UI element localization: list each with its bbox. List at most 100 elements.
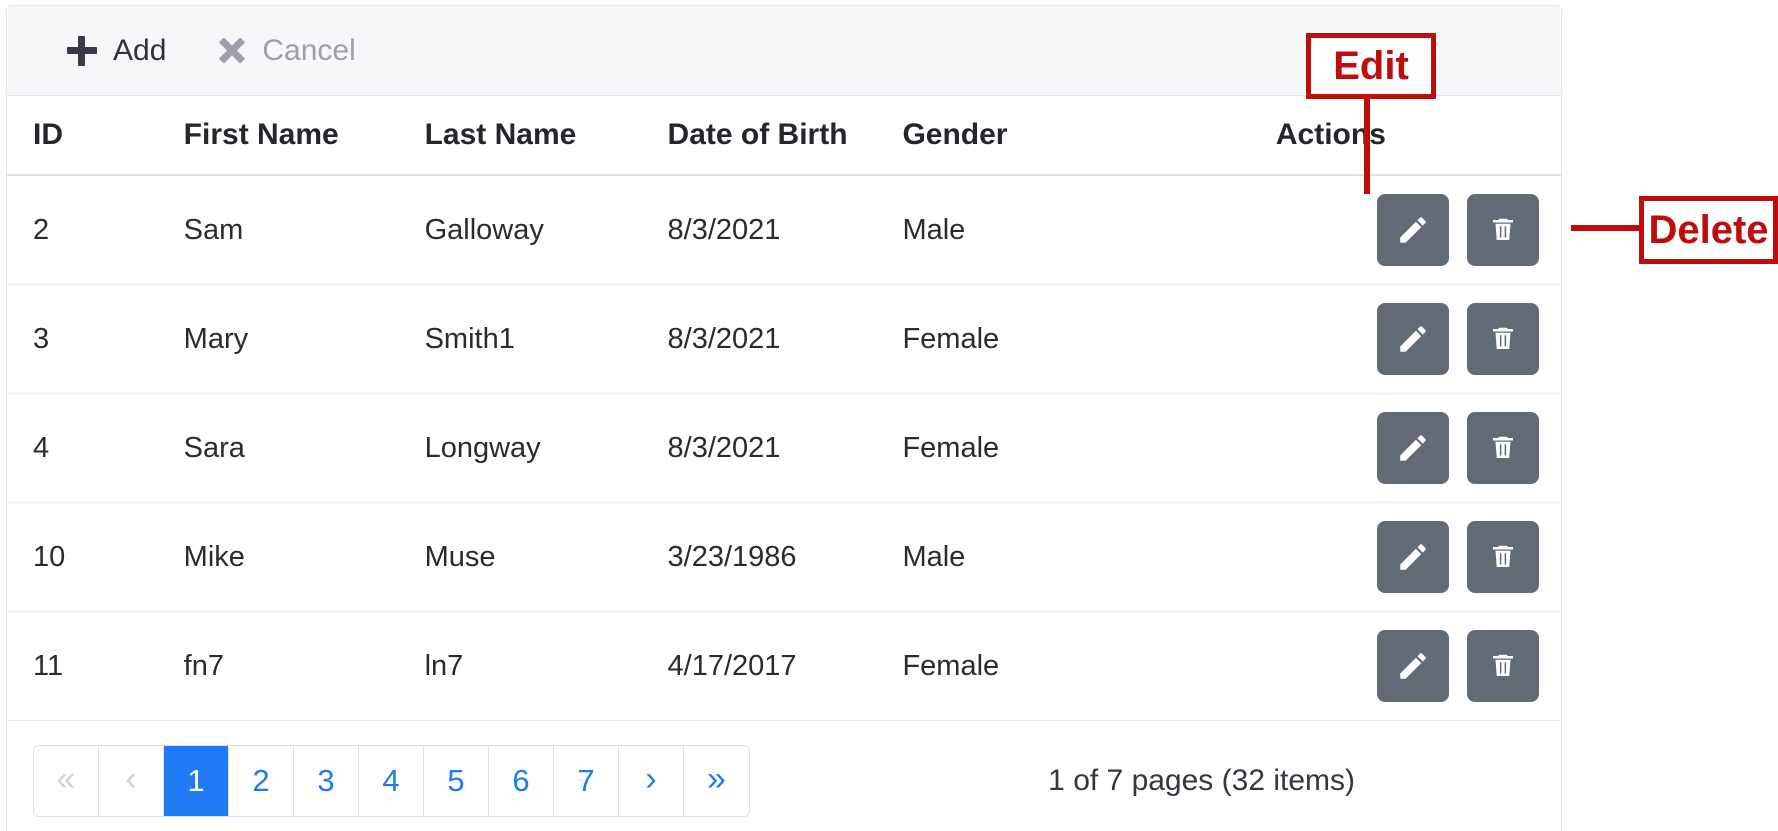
pagination-bar: « ‹ 1 2 3 4 5 6 7 › » 1 of 7 pages (32 i… [7, 721, 1561, 831]
table-body: 2 Sam Galloway 8/3/2021 Male 3 Mary Smit… [7, 175, 1561, 721]
pagination-summary: 1 of 7 pages (32 items) [1048, 764, 1355, 797]
cell-last-name: ln7 [424, 611, 668, 721]
cell-gender: Male [902, 175, 1276, 285]
column-header-actions: Actions [1275, 96, 1561, 176]
cell-first-name: Sam [183, 175, 425, 285]
pagination-page-1[interactable]: 1 [164, 746, 229, 816]
pagination-page-6[interactable]: 6 [489, 746, 554, 816]
cell-dob: 4/17/2017 [667, 611, 903, 721]
trash-icon [1488, 651, 1518, 681]
cell-id: 11 [7, 611, 184, 721]
cell-dob: 8/3/2021 [667, 175, 903, 285]
column-header-last-name[interactable]: Last Name [424, 96, 668, 176]
close-icon [218, 37, 246, 65]
cell-first-name: Sara [183, 393, 425, 503]
table-header: ID First Name Last Name Date of Birth Ge… [7, 96, 1561, 176]
edit-annotation-label: Edit [1306, 33, 1436, 99]
pagination-page-5[interactable]: 5 [424, 746, 489, 816]
cell-first-name: Mary [183, 284, 425, 394]
cell-last-name: Galloway [424, 175, 668, 285]
delete-row-button[interactable] [1467, 303, 1539, 375]
data-grid-card: Add Cancel ID First Name Last Name Date … [6, 5, 1562, 831]
cell-actions [1275, 284, 1561, 394]
delete-row-button[interactable] [1467, 521, 1539, 593]
row-action-group [1276, 521, 1539, 593]
cell-id: 4 [7, 393, 184, 503]
cell-id: 10 [7, 502, 184, 612]
edit-row-button[interactable] [1377, 630, 1449, 702]
row-action-group [1276, 630, 1539, 702]
cell-gender: Female [902, 284, 1276, 394]
pencil-icon [1396, 540, 1430, 574]
edit-row-button[interactable] [1377, 521, 1449, 593]
cell-last-name: Smith1 [424, 284, 668, 394]
cell-first-name: fn7 [183, 611, 425, 721]
table-row[interactable]: 4 Sara Longway 8/3/2021 Female [7, 393, 1561, 503]
trash-icon [1488, 433, 1518, 463]
row-action-group [1276, 194, 1539, 266]
pencil-icon [1396, 322, 1430, 356]
pagination-controls: « ‹ 1 2 3 4 5 6 7 › » [33, 745, 750, 817]
pagination-page-2[interactable]: 2 [229, 746, 294, 816]
cell-gender: Female [902, 611, 1276, 721]
cell-first-name: Mike [183, 502, 425, 612]
cell-gender: Female [902, 393, 1276, 503]
pagination-next-button[interactable]: › [619, 746, 684, 816]
table-row[interactable]: 3 Mary Smith1 8/3/2021 Female [7, 284, 1561, 394]
table-row[interactable]: 2 Sam Galloway 8/3/2021 Male [7, 175, 1561, 285]
delete-row-button[interactable] [1467, 412, 1539, 484]
pencil-icon [1396, 649, 1430, 683]
cell-dob: 8/3/2021 [667, 393, 903, 503]
delete-row-button[interactable] [1467, 194, 1539, 266]
pagination-page-4[interactable]: 4 [359, 746, 424, 816]
edit-row-button[interactable] [1377, 303, 1449, 375]
chevron-left-icon: ‹ [125, 760, 137, 798]
cell-dob: 3/23/1986 [667, 502, 903, 612]
pagination-first-button[interactable]: « [34, 746, 99, 816]
app-screen: Add Cancel ID First Name Last Name Date … [0, 0, 1778, 831]
delete-row-button[interactable] [1467, 630, 1539, 702]
cell-actions [1275, 175, 1561, 285]
cancel-button[interactable]: Cancel [214, 30, 359, 72]
edit-annotation-connector [1364, 98, 1370, 194]
delete-annotation-label: Delete [1639, 196, 1778, 264]
cell-actions [1275, 611, 1561, 721]
trash-icon [1488, 324, 1518, 354]
delete-annotation-connector [1571, 225, 1641, 231]
trash-icon [1488, 215, 1518, 245]
cell-id: 2 [7, 175, 184, 285]
column-header-dob[interactable]: Date of Birth [667, 96, 903, 176]
add-button[interactable]: Add [63, 30, 170, 72]
cell-gender: Male [902, 502, 1276, 612]
cell-actions [1275, 393, 1561, 503]
data-table: ID First Name Last Name Date of Birth Ge… [7, 96, 1561, 721]
row-action-group [1276, 303, 1539, 375]
cell-last-name: Longway [424, 393, 668, 503]
cell-id: 3 [7, 284, 184, 394]
chevron-right-icon: › [645, 760, 657, 798]
row-action-group [1276, 412, 1539, 484]
pencil-icon [1396, 213, 1430, 247]
cell-actions [1275, 502, 1561, 612]
double-chevron-right-icon: » [707, 760, 726, 798]
pagination-page-3[interactable]: 3 [294, 746, 359, 816]
cell-last-name: Muse [424, 502, 668, 612]
pagination-page-7[interactable]: 7 [554, 746, 619, 816]
plus-icon [67, 35, 97, 66]
edit-row-button[interactable] [1377, 194, 1449, 266]
table-header-row: ID First Name Last Name Date of Birth Ge… [7, 96, 1561, 176]
cell-dob: 8/3/2021 [667, 284, 903, 394]
column-header-first-name[interactable]: First Name [183, 96, 425, 176]
table-row[interactable]: 11 fn7 ln7 4/17/2017 Female [7, 611, 1561, 721]
table-row[interactable]: 10 Mike Muse 3/23/1986 Male [7, 502, 1561, 612]
edit-row-button[interactable] [1377, 412, 1449, 484]
cancel-button-label: Cancel [262, 33, 356, 67]
trash-icon [1488, 542, 1518, 572]
double-chevron-left-icon: « [56, 760, 76, 798]
add-button-label: Add [113, 33, 167, 67]
column-header-id[interactable]: ID [7, 96, 184, 176]
pagination-last-button[interactable]: » [684, 746, 749, 816]
column-header-gender[interactable]: Gender [902, 96, 1276, 176]
pencil-icon [1396, 431, 1430, 465]
pagination-prev-button[interactable]: ‹ [99, 746, 164, 816]
